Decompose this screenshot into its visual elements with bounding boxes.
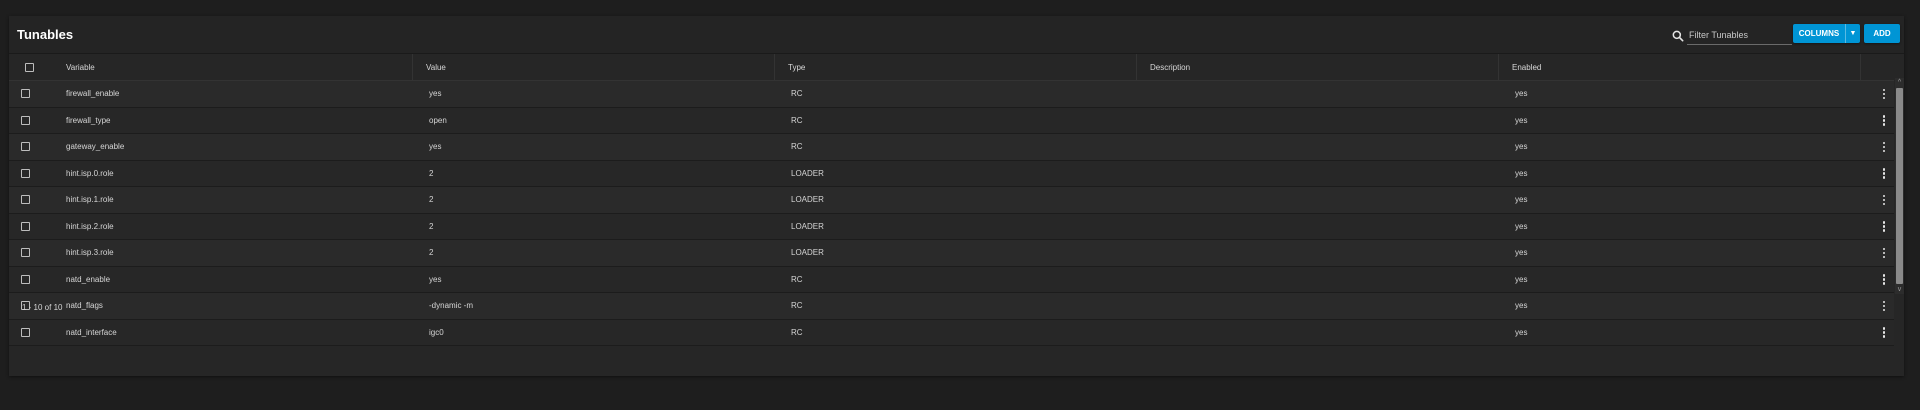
more-vert-icon[interactable] <box>1879 108 1889 134</box>
cell-value: open <box>429 115 447 125</box>
row-select-cell <box>21 214 30 240</box>
scroll-down-icon[interactable]: v <box>1895 285 1904 294</box>
cell-variable: hint.isp.2.role <box>66 221 114 231</box>
cell-type: RC <box>791 142 803 152</box>
cell-enabled: yes <box>1515 195 1528 205</box>
row-checkbox[interactable] <box>21 195 30 205</box>
caret-down-icon[interactable]: ▼ <box>1846 30 1860 37</box>
header-select-cell <box>9 54 50 80</box>
paginator-range: 1 - 10 of 10 <box>22 303 63 312</box>
add-button[interactable]: ADD <box>1864 24 1900 43</box>
more-vert-icon[interactable] <box>1879 81 1889 107</box>
cell-variable: firewall_type <box>66 115 111 125</box>
header-value[interactable]: Value <box>412 54 774 80</box>
more-vert-icon[interactable] <box>1879 161 1889 187</box>
page-title: Tunables <box>17 27 74 42</box>
more-vert-icon[interactable] <box>1879 214 1889 240</box>
cell-value: 2 <box>429 248 434 258</box>
cell-enabled: yes <box>1515 115 1528 125</box>
row-checkbox[interactable] <box>21 168 30 178</box>
row-checkbox[interactable] <box>21 221 30 231</box>
cell-type: LOADER <box>791 248 824 258</box>
table-row[interactable]: firewall_type open RC yes <box>9 107 1894 134</box>
cell-enabled: yes <box>1515 274 1528 284</box>
row-checkbox[interactable] <box>21 142 30 152</box>
cell-type: RC <box>791 115 803 125</box>
cell-value: yes <box>429 142 442 152</box>
tunables-card: Tunables COLUMNS ▼ ADD Variable Value Ty… <box>9 16 1904 376</box>
cell-enabled: yes <box>1515 89 1528 99</box>
row-checkbox[interactable] <box>21 274 30 284</box>
filter-input[interactable] <box>1687 26 1792 45</box>
row-checkbox[interactable] <box>21 89 30 99</box>
row-checkbox[interactable] <box>21 115 30 125</box>
cell-value: yes <box>429 89 442 99</box>
table-row[interactable]: firewall_enable yes RC yes <box>9 81 1894 108</box>
row-select-cell <box>21 267 30 293</box>
cell-enabled: yes <box>1515 221 1528 231</box>
cell-enabled: yes <box>1515 168 1528 178</box>
cell-value: 2 <box>429 168 434 178</box>
columns-button-label: COLUMNS <box>1798 29 1840 38</box>
cell-type: RC <box>791 274 803 284</box>
row-select-cell <box>21 108 30 134</box>
cell-type: LOADER <box>791 195 824 205</box>
cell-value: 2 <box>429 195 434 205</box>
row-select-cell <box>21 81 30 107</box>
table-row[interactable]: hint.isp.3.role 2 LOADER yes <box>9 240 1894 267</box>
cell-variable: hint.isp.0.role <box>66 168 114 178</box>
cell-variable: hint.isp.1.role <box>66 195 114 205</box>
search-icon <box>1672 30 1684 42</box>
scroll-up-icon[interactable]: ^ <box>1895 78 1904 87</box>
header-variable[interactable]: Variable <box>50 54 412 80</box>
cell-variable: gateway_enable <box>66 142 125 152</box>
table-row[interactable]: gateway_enable yes RC yes <box>9 134 1894 161</box>
row-select-cell <box>21 161 30 187</box>
row-select-cell <box>21 134 30 160</box>
cell-variable: natd_enable <box>66 274 111 284</box>
table-header: Variable Value Type Description Enabled <box>9 54 1894 81</box>
cell-type: LOADER <box>791 221 824 231</box>
table-row[interactable]: hint.isp.2.role 2 LOADER yes <box>9 213 1894 240</box>
row-select-cell <box>21 187 30 213</box>
table-footer: 1 - 10 of 10 <box>9 294 1904 376</box>
header-description[interactable]: Description <box>1136 54 1498 80</box>
row-select-cell <box>21 240 30 266</box>
filter-box <box>1671 26 1792 46</box>
header-enabled[interactable]: Enabled <box>1498 54 1860 80</box>
more-vert-icon[interactable] <box>1879 134 1889 160</box>
card-header: Tunables COLUMNS ▼ ADD <box>9 16 1904 54</box>
table-row[interactable]: hint.isp.0.role 2 LOADER yes <box>9 160 1894 187</box>
row-checkbox[interactable] <box>21 248 30 258</box>
cell-type: RC <box>791 89 803 99</box>
more-vert-icon[interactable] <box>1879 240 1889 266</box>
columns-button[interactable]: COLUMNS ▼ <box>1793 24 1860 43</box>
cell-type: LOADER <box>791 168 824 178</box>
header-type[interactable]: Type <box>774 54 1136 80</box>
cell-enabled: yes <box>1515 142 1528 152</box>
table-body: firewall_enable yes RC yes firewall_type open… <box>9 81 1894 346</box>
select-all-checkbox[interactable] <box>25 62 34 72</box>
cell-enabled: yes <box>1515 248 1528 258</box>
cell-variable: hint.isp.3.role <box>66 248 114 258</box>
table-row[interactable]: hint.isp.1.role 2 LOADER yes <box>9 187 1894 214</box>
more-vert-icon[interactable] <box>1879 187 1889 213</box>
more-vert-icon[interactable] <box>1879 267 1889 293</box>
cell-variable: firewall_enable <box>66 89 120 99</box>
cell-value: yes <box>429 274 442 284</box>
scrollbar-thumb[interactable] <box>1896 88 1903 284</box>
table-scrollbar[interactable]: ^ v <box>1895 78 1904 294</box>
table-row[interactable]: natd_enable yes RC yes <box>9 266 1894 293</box>
cell-value: 2 <box>429 221 434 231</box>
header-actions <box>1860 54 1894 80</box>
